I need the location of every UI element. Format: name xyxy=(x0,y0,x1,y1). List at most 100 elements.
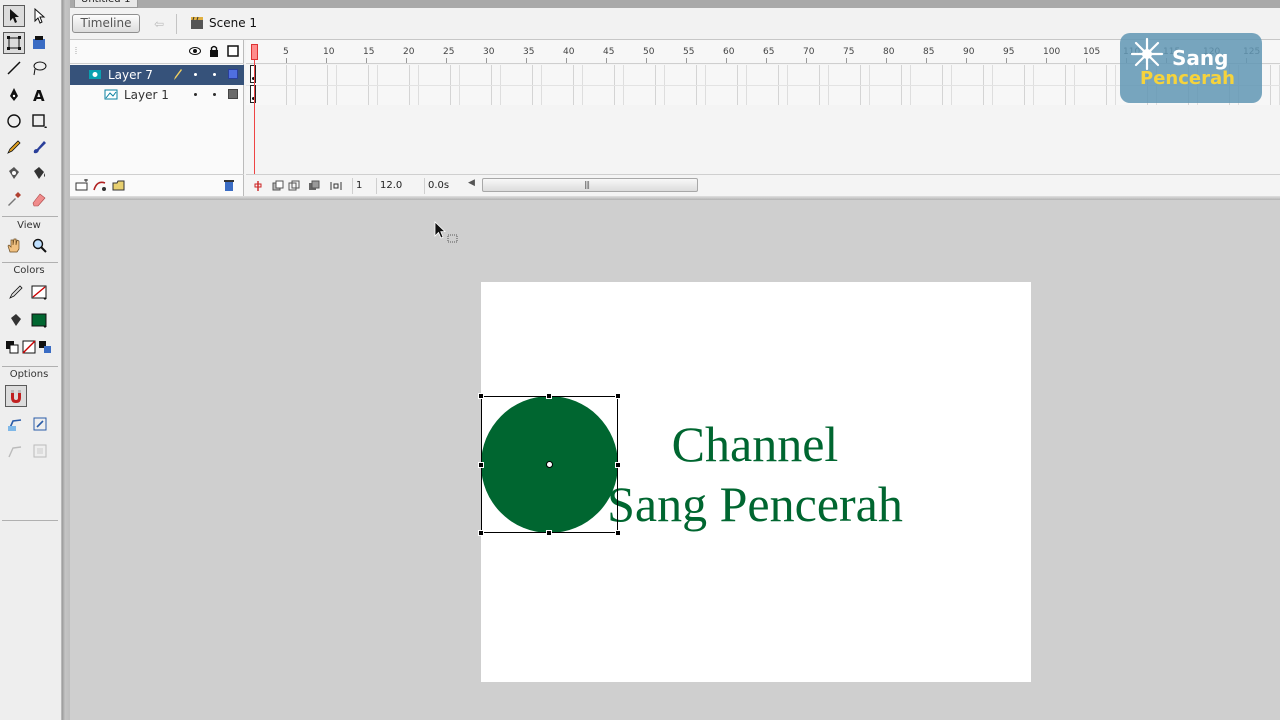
ruler-tick-label: 80 xyxy=(883,47,895,57)
stage[interactable]: Channel Sang Pencerah xyxy=(478,282,1031,682)
mouse-pointer-icon xyxy=(434,221,458,243)
scroll-left-arrow-icon[interactable]: ◀ xyxy=(468,178,475,188)
lasso-tool-icon[interactable] xyxy=(28,57,50,79)
insert-layer-folder-icon[interactable] xyxy=(112,179,126,192)
scene-name[interactable]: Scene 1 xyxy=(209,16,257,30)
ruler-tick-mark xyxy=(406,58,407,63)
text-tool-icon[interactable]: A xyxy=(28,84,50,106)
transform-handle-top-right[interactable] xyxy=(615,393,621,399)
ruler-tick-mark xyxy=(766,58,767,63)
outline-all-icon[interactable] xyxy=(227,45,239,57)
pencil-tool-icon[interactable] xyxy=(3,136,25,158)
delete-layer-trash-icon[interactable] xyxy=(222,179,236,192)
transform-handle-left[interactable] xyxy=(478,462,484,468)
layer-name[interactable]: Layer 1 xyxy=(124,88,169,102)
eyedropper-tool-icon[interactable] xyxy=(3,188,25,210)
insert-layer-icon[interactable] xyxy=(75,179,89,192)
outline-color-square[interactable] xyxy=(228,89,238,99)
stage-text-line-1: Channel xyxy=(671,416,839,472)
transform-handle-top-left[interactable] xyxy=(478,393,484,399)
line-tool-icon[interactable] xyxy=(3,57,25,79)
outline-color-square[interactable] xyxy=(228,69,238,79)
elapsed-time: 0.0s xyxy=(424,178,456,194)
rectangle-tool-icon[interactable] xyxy=(28,110,50,132)
keyframe-layer-1[interactable] xyxy=(250,85,256,103)
transform-handle-bottom-right[interactable] xyxy=(615,530,621,536)
ruler-tick-mark xyxy=(566,58,567,63)
paint-bucket-tool-icon[interactable] xyxy=(28,162,50,184)
keyframe-layer-7[interactable] xyxy=(250,65,256,83)
free-transform-tool-icon[interactable] xyxy=(3,32,25,54)
ruler-tick-label: 10 xyxy=(323,47,335,57)
drag-grip-icon[interactable] xyxy=(74,45,86,57)
lock-dot[interactable] xyxy=(213,73,216,76)
timeline-toggle-button[interactable]: Timeline xyxy=(72,14,140,33)
gradient-transform-tool-icon[interactable] xyxy=(28,32,50,54)
subselection-tool-icon[interactable] xyxy=(28,5,50,27)
onion-skin-outlines-icon[interactable] xyxy=(288,180,300,192)
ruler-tick-mark xyxy=(286,58,287,63)
scale-option-disabled-icon xyxy=(29,440,51,462)
ruler-tick-label: 35 xyxy=(523,47,535,57)
smooth-option-icon[interactable] xyxy=(4,413,26,435)
transform-handle-bottom-left[interactable] xyxy=(478,530,484,536)
lock-all-icon[interactable] xyxy=(208,45,220,57)
layer-row-layer-7[interactable]: Layer 7 xyxy=(70,65,244,85)
watermark-line-2: Pencerah xyxy=(1140,68,1235,89)
selection-tool-icon[interactable] xyxy=(3,5,25,27)
ruler-tick-label: 55 xyxy=(683,47,695,57)
fill-color-swatch[interactable] xyxy=(28,309,50,331)
ruler-tick-label: 65 xyxy=(763,47,775,57)
playhead[interactable] xyxy=(251,44,258,60)
ruler-tick-mark xyxy=(966,58,967,63)
show-hide-all-eye-icon[interactable] xyxy=(189,45,201,57)
hand-tool-icon[interactable] xyxy=(3,234,25,256)
timeline-horizontal-scrollbar[interactable]: ||| xyxy=(482,178,698,192)
layer-row-layer-1[interactable]: Layer 1 xyxy=(70,85,244,105)
modify-onion-markers-icon[interactable] xyxy=(330,180,342,192)
transform-handle-top[interactable] xyxy=(546,393,552,399)
stage-text-block[interactable]: Channel Sang Pencerah xyxy=(595,414,915,534)
visibility-dot[interactable] xyxy=(194,73,197,76)
transform-handle-bottom[interactable] xyxy=(546,530,552,536)
transform-handle-right[interactable] xyxy=(615,462,621,468)
ruler-tick-mark xyxy=(926,58,927,63)
current-frame: 1 xyxy=(352,178,374,194)
stroke-color-swatch[interactable] xyxy=(28,281,50,303)
ink-bottle-tool-icon[interactable] xyxy=(3,162,25,184)
ruler-tick-mark xyxy=(1086,58,1087,63)
layer-name[interactable]: Layer 7 xyxy=(108,68,153,82)
ruler-tick-mark xyxy=(886,58,887,63)
eraser-tool-icon[interactable] xyxy=(28,188,50,210)
brush-tool-icon[interactable] xyxy=(28,136,50,158)
transformation-point[interactable] xyxy=(546,461,553,468)
straighten-option-icon[interactable] xyxy=(29,413,51,435)
ruler-tick-mark xyxy=(646,58,647,63)
ruler-tick-mark xyxy=(446,58,447,63)
oval-tool-icon[interactable] xyxy=(3,110,25,132)
back-arrow-icon[interactable]: ⇦ xyxy=(150,16,168,32)
swap-colors-icon[interactable] xyxy=(34,336,56,358)
view-section-label: View xyxy=(17,220,41,231)
add-motion-guide-icon[interactable] xyxy=(93,179,107,192)
layer-panel: Layer 7 Layer 1 xyxy=(70,40,244,196)
snap-to-objects-magnet-icon[interactable] xyxy=(5,385,27,407)
frame-rate[interactable]: 12.0 fps xyxy=(376,178,422,207)
channel-watermark-logo: Sang Pencerah xyxy=(1120,33,1262,103)
document-tab[interactable]: Untitled-1 xyxy=(74,0,138,8)
stroke-color-pencil-icon xyxy=(5,281,27,303)
pasteboard[interactable]: Channel Sang Pencerah xyxy=(70,200,1280,720)
zoom-tool-icon[interactable] xyxy=(28,234,50,256)
pen-tool-icon[interactable] xyxy=(3,84,25,106)
playhead-line xyxy=(254,60,255,174)
ruler-tick-mark xyxy=(846,58,847,63)
toolbar-splitter[interactable] xyxy=(62,0,70,720)
lock-dot[interactable] xyxy=(213,93,216,96)
edit-multiple-frames-icon[interactable] xyxy=(308,180,320,192)
visibility-dot[interactable] xyxy=(194,93,197,96)
onion-skin-icon[interactable] xyxy=(272,180,284,192)
ruler-tick-label: 20 xyxy=(403,47,415,57)
rotate-option-disabled-icon xyxy=(4,440,26,462)
ruler-tick-label: 75 xyxy=(843,47,855,57)
center-frame-icon[interactable] xyxy=(252,180,264,192)
